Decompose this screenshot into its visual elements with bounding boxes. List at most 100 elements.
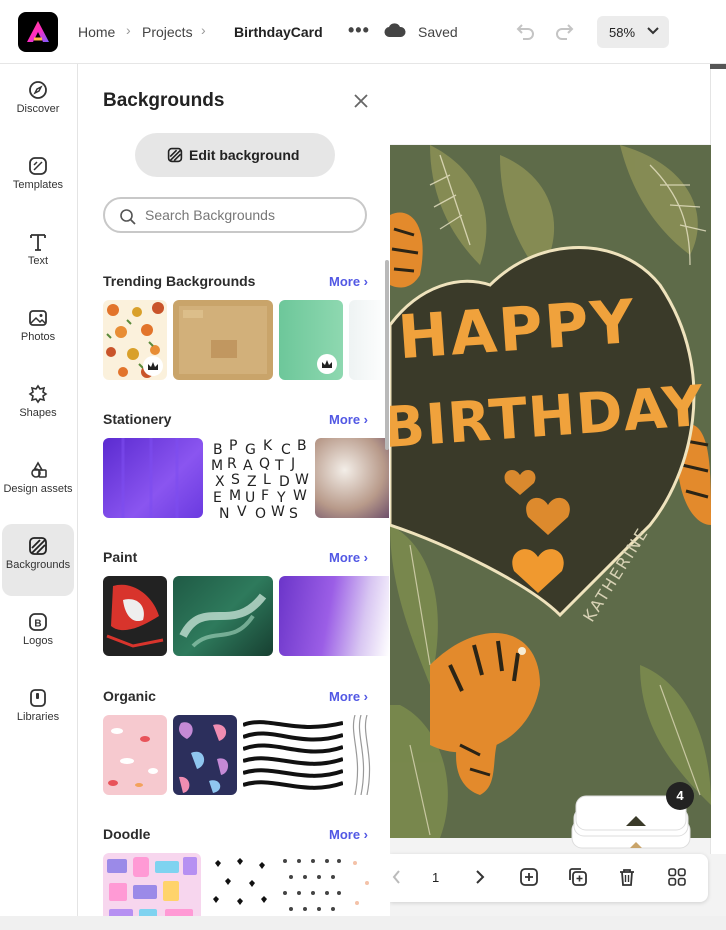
document-title[interactable]: BirthdayCard	[234, 24, 323, 40]
heart-doodle-pattern	[213, 858, 267, 905]
premium-badge	[143, 356, 163, 376]
rail-item-shapes[interactable]: Shapes	[2, 372, 74, 444]
page-navigation-bar: 1	[390, 854, 708, 902]
more-link-doodle[interactable]: More ›	[329, 827, 368, 842]
rail-item-libraries[interactable]: Libraries	[2, 676, 74, 748]
rail-item-backgrounds[interactable]: Backgrounds	[2, 524, 74, 596]
svg-text:Z: Z	[247, 474, 257, 490]
text-icon	[30, 234, 46, 251]
section-title-stationery: Stationery	[103, 411, 172, 427]
more-link-organic[interactable]: More ›	[329, 689, 368, 704]
search-input[interactable]	[145, 205, 355, 225]
rail-item-templates[interactable]: Templates	[2, 144, 74, 216]
redo-icon[interactable]	[554, 20, 576, 42]
rail-label: Logos	[23, 635, 53, 647]
background-thumbnail[interactable]	[207, 853, 273, 916]
background-thumbnail[interactable]	[103, 300, 167, 380]
premium-badge	[317, 354, 337, 374]
rail-item-text[interactable]: Text	[2, 220, 74, 292]
backgrounds-panel: Backgrounds Edit background Trending Bac…	[79, 64, 390, 916]
edit-background-label: Edit background	[189, 147, 300, 163]
adobe-express-icon	[27, 21, 49, 42]
current-page-number: 1	[432, 870, 440, 885]
svg-text:X: X	[215, 474, 225, 490]
panel-scrollbar[interactable]	[385, 260, 389, 450]
breadcrumb-separator: ›	[126, 22, 131, 38]
duplicate-page-icon[interactable]	[567, 866, 589, 888]
more-options-icon[interactable]: •••	[348, 20, 370, 41]
more-link-paint[interactable]: More ›	[329, 550, 368, 565]
breadcrumb-home[interactable]: Home	[78, 24, 115, 40]
delete-page-icon[interactable]	[616, 866, 638, 888]
background-thumbnail[interactable]	[279, 576, 389, 656]
previous-page-icon[interactable]	[390, 866, 402, 888]
section-title-paint: Paint	[103, 549, 138, 565]
background-thumbnail[interactable]	[349, 853, 389, 916]
backgrounds-icon	[167, 147, 183, 163]
background-thumbnail[interactable]	[279, 300, 343, 380]
small-heart-pattern	[283, 859, 341, 911]
rail-label: Shapes	[19, 407, 57, 419]
background-thumbnail[interactable]	[173, 300, 273, 380]
next-page-icon[interactable]	[470, 866, 490, 888]
tiger-top-left	[390, 212, 423, 288]
rail-item-discover[interactable]: Discover	[2, 68, 74, 140]
background-thumbnail[interactable]	[315, 438, 389, 518]
background-thumbnail[interactable]	[349, 715, 389, 795]
crown-icon	[322, 360, 332, 368]
rail-item-design-assets[interactable]: Design assets	[2, 448, 74, 520]
svg-text:S: S	[231, 472, 240, 488]
discover-icon	[29, 81, 47, 99]
svg-text:G: G	[245, 442, 256, 458]
section-title-trending: Trending Backgrounds	[103, 273, 256, 289]
svg-text:L: L	[263, 472, 271, 488]
svg-text:W: W	[271, 504, 285, 518]
canvas-top-margin	[390, 64, 726, 144]
crown-icon	[148, 362, 158, 370]
canvas-scroll-thumb[interactable]	[710, 64, 726, 69]
svg-text:B: B	[297, 438, 307, 454]
green-paint-smoke	[179, 593, 267, 648]
background-thumbnail[interactable]	[103, 438, 203, 518]
rail-label: Libraries	[16, 711, 60, 723]
svg-text:F: F	[261, 488, 269, 504]
background-thumbnail[interactable]	[173, 576, 273, 656]
close-icon[interactable]	[353, 93, 369, 109]
background-thumbnail[interactable]	[243, 715, 343, 795]
red-paint-splatter	[106, 584, 164, 648]
templates-icon	[29, 157, 47, 175]
rail-item-logos[interactable]: B Logos	[2, 600, 74, 672]
grid-view-icon[interactable]	[666, 866, 688, 888]
zoom-dropdown[interactable]: 58%	[597, 16, 669, 48]
svg-text:D: D	[279, 474, 290, 490]
background-thumbnail[interactable]	[349, 300, 389, 380]
background-thumbnail[interactable]: BPGKCB MRAQTJ XSZLDW EMUFYW NVOWS	[209, 438, 311, 518]
more-link-trending[interactable]: More ›	[329, 274, 368, 289]
undo-icon[interactable]	[514, 20, 536, 42]
birthday-card-canvas[interactable]: HAPPY BIRTHDAY KATHERINE	[390, 145, 711, 838]
add-page-icon[interactable]	[518, 866, 540, 888]
background-thumbnail[interactable]	[103, 715, 167, 795]
rail-label: Text	[27, 255, 49, 267]
svg-text:B: B	[34, 619, 41, 630]
background-thumbnail[interactable]	[103, 853, 201, 916]
line-wave-pattern	[352, 715, 371, 795]
letter-pattern: BPGKCB MRAQTJ XSZLDW EMUFYW NVOWS	[211, 438, 309, 518]
edit-background-button[interactable]: Edit background	[135, 133, 335, 177]
rail-item-photos[interactable]: Photos	[2, 296, 74, 368]
background-thumbnail[interactable]	[103, 576, 167, 656]
svg-text:C: C	[281, 442, 291, 458]
svg-text:B: B	[213, 442, 223, 458]
more-link-stationery[interactable]: More ›	[329, 412, 368, 427]
design-assets-icon	[31, 461, 47, 478]
top-bar: Home › Projects › BirthdayCard ••• Saved…	[0, 0, 726, 64]
search-field[interactable]	[103, 197, 367, 233]
svg-text:J: J	[290, 456, 295, 472]
svg-text:S: S	[289, 506, 298, 518]
svg-text:T: T	[274, 458, 284, 474]
app-logo[interactable]	[18, 12, 58, 52]
paper-texture	[179, 306, 267, 374]
background-thumbnail[interactable]	[279, 853, 343, 916]
background-thumbnail[interactable]	[173, 715, 237, 795]
breadcrumb-projects[interactable]: Projects	[142, 24, 193, 40]
